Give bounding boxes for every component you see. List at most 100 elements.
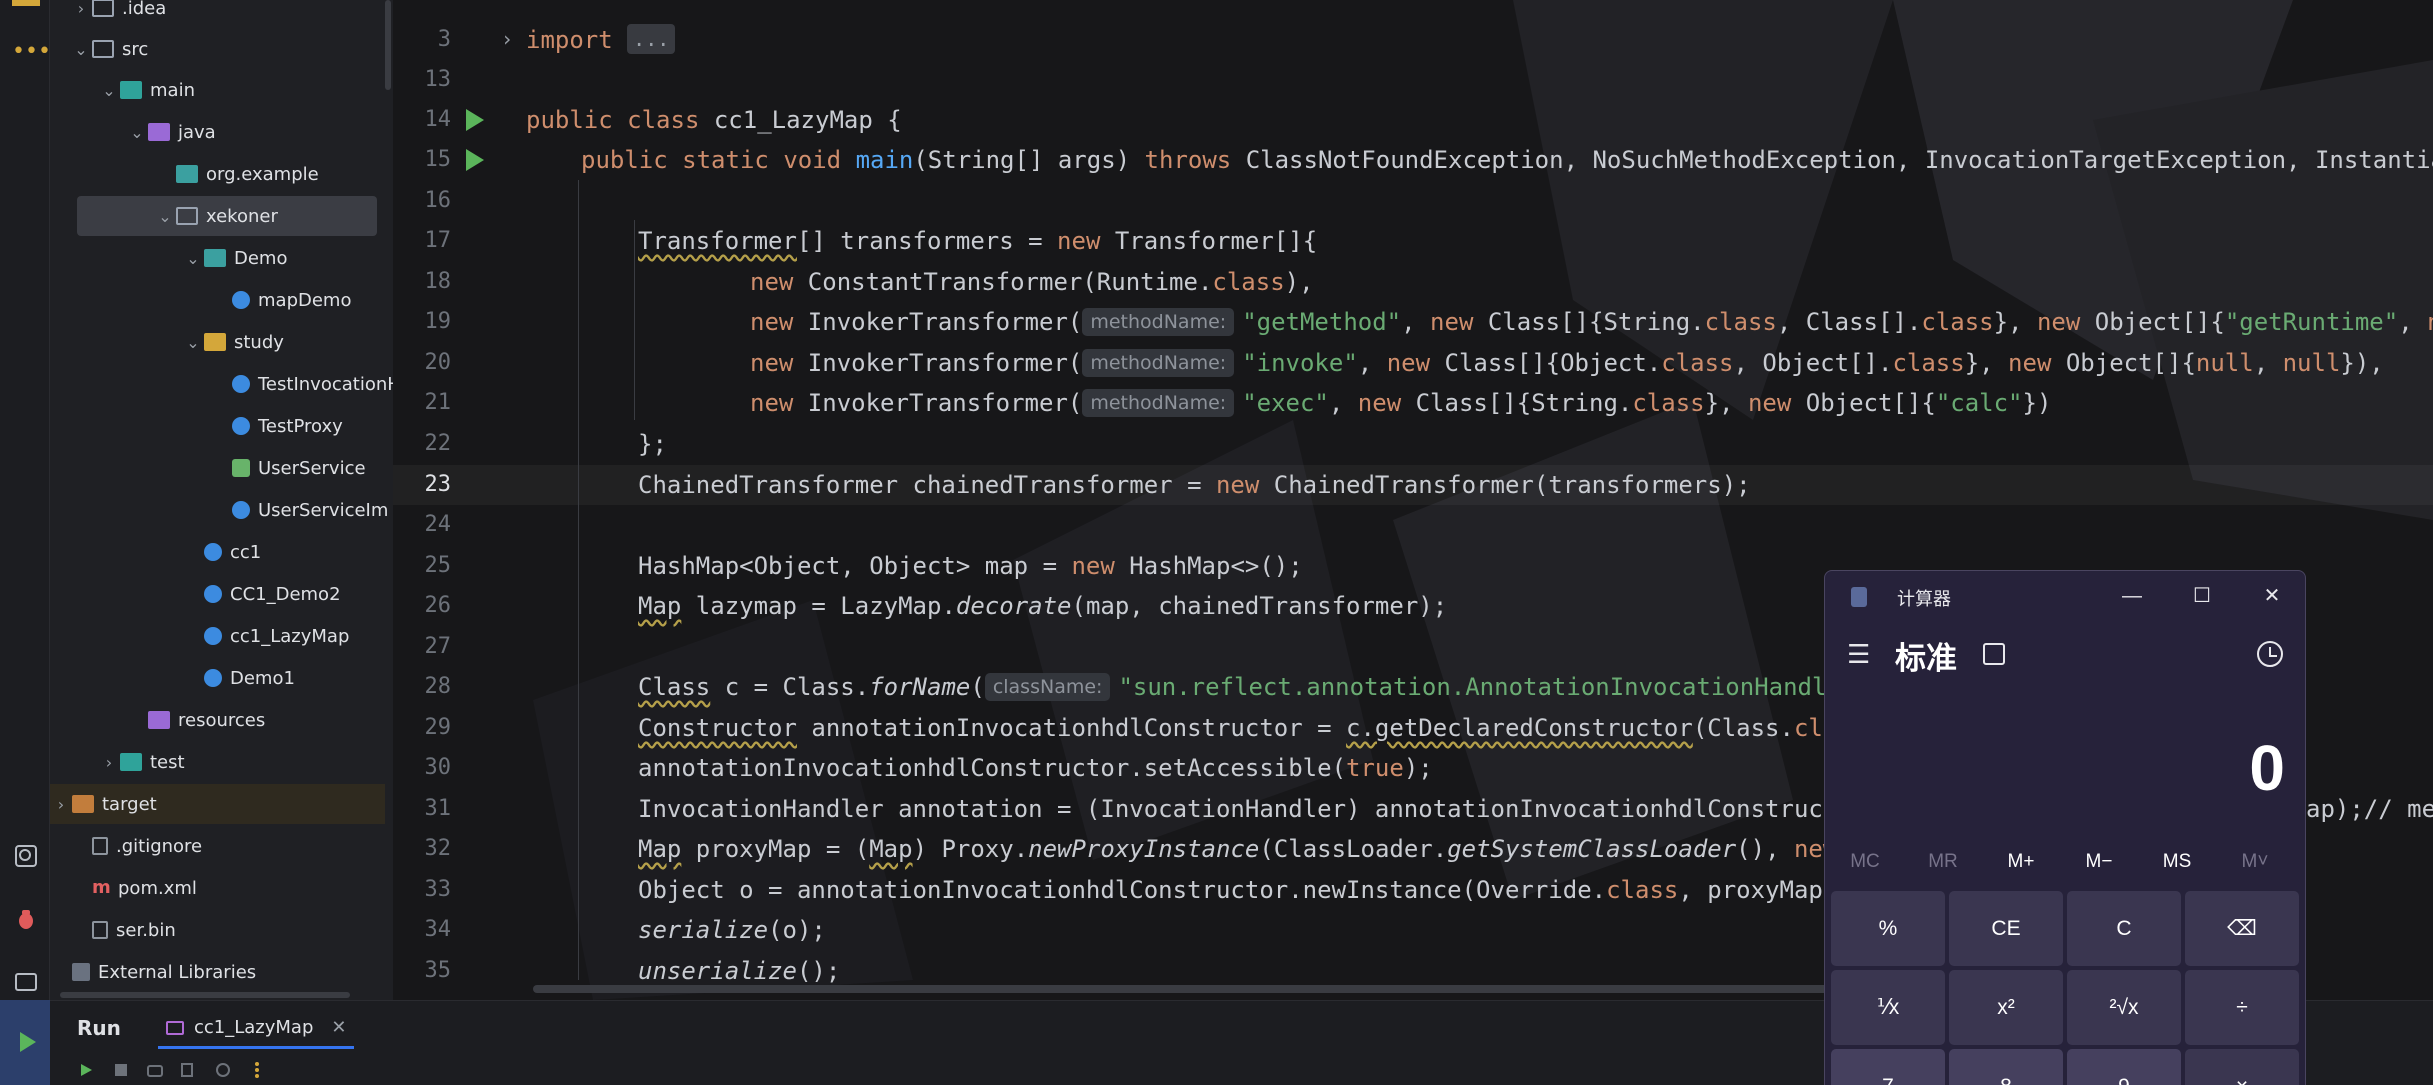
tree-item-mapdemo[interactable]: mapDemo (50, 280, 385, 320)
class-icon (204, 585, 222, 603)
memory-recall-button[interactable]: MR (1903, 851, 1983, 873)
tree-item-study[interactable]: ⌄ study (50, 322, 385, 362)
memory-subtract-button[interactable]: M− (2059, 851, 2139, 873)
code-line-29: Constructor annotationInvocationhdlConst… (638, 714, 1866, 742)
library-icon (72, 963, 90, 981)
chevron-down-icon[interactable]: ⌄ (182, 333, 204, 352)
tree-item-target[interactable]: › target (50, 784, 385, 824)
percent-button[interactable]: % (1831, 891, 1945, 966)
clear-entry-button[interactable]: CE (1949, 891, 2063, 966)
line-number: 23 (424, 472, 452, 497)
code-line-21: new InvokerTransformer(methodName: "exec"… (750, 389, 2052, 417)
chevron-down-icon[interactable]: ⌄ (126, 123, 148, 142)
exit-icon[interactable] (180, 1061, 198, 1079)
tree-item-demo[interactable]: ⌄ Demo (50, 238, 385, 278)
code-line-26: Map lazymap = LazyMap.decorate(map, chai… (638, 592, 1448, 620)
chevron-down-icon[interactable]: ⌄ (182, 249, 204, 268)
chevron-down-icon[interactable]: ⌄ (70, 40, 92, 59)
reciprocal-button[interactable]: ⅟x (1831, 970, 1945, 1045)
tree-item-testproxy[interactable]: TestProxy (50, 406, 385, 446)
digit-9-button[interactable]: 9 (2067, 1049, 2181, 1085)
camera-icon[interactable] (146, 1061, 164, 1079)
chevron-right-icon[interactable]: › (70, 0, 92, 18)
memory-clear-button[interactable]: MC (1825, 851, 1905, 873)
line-number: 24 (424, 512, 452, 537)
chevron-down-icon[interactable]: ⌄ (154, 207, 176, 226)
multiply-button[interactable]: × (2185, 1049, 2299, 1085)
folded-imports[interactable]: ... (627, 24, 676, 54)
debug-icon[interactable] (12, 905, 40, 933)
digit-8-button[interactable]: 8 (1949, 1049, 2063, 1085)
tree-item-ser-bin[interactable]: ser.bin (50, 910, 385, 950)
backspace-button[interactable]: ⌫ (2185, 891, 2299, 966)
run-tab-cc1-lazymap[interactable]: cc1_LazyMap ✕ (158, 1009, 355, 1049)
run-tool-button[interactable] (0, 1000, 50, 1085)
divide-button[interactable]: ÷ (2185, 970, 2299, 1045)
tree-item-org-example[interactable]: org.example (50, 154, 385, 194)
interface-icon (232, 459, 250, 477)
folder-icon (204, 333, 226, 351)
line-number: 29 (424, 715, 452, 740)
chevron-right-icon[interactable]: › (50, 795, 72, 814)
run-main-icon[interactable] (466, 149, 484, 171)
tree-item-cc1-lazymap[interactable]: cc1_LazyMap (50, 616, 385, 656)
square-root-button[interactable]: ²√x (2067, 970, 2181, 1045)
folder-icon (120, 753, 142, 771)
tree-item-userservice[interactable]: UserService (50, 448, 385, 488)
chevron-down-icon[interactable]: ⌄ (98, 81, 120, 100)
close-tab-icon[interactable]: ✕ (331, 1017, 346, 1038)
digit-7-button[interactable]: 7 (1831, 1049, 1945, 1085)
history-icon[interactable] (2257, 641, 2283, 667)
package-icon (176, 165, 198, 183)
tree-item-java[interactable]: ⌄ java (50, 112, 385, 152)
fold-chevron-icon[interactable]: › (501, 27, 513, 51)
tree-item-resources[interactable]: resources (50, 700, 385, 740)
tree-item-main[interactable]: ⌄ main (50, 70, 385, 110)
tree-item-userserviceimpl[interactable]: UserServiceIm (50, 490, 388, 530)
memory-add-button[interactable]: M+ (1981, 851, 2061, 873)
close-button[interactable]: ✕ (2257, 581, 2287, 611)
tree-item-pom-xml[interactable]: m pom.xml (50, 868, 385, 908)
tree-item-testinvocationhandler[interactable]: TestInvocationH (50, 364, 393, 404)
terminal-icon[interactable] (12, 968, 40, 996)
stop-icon[interactable] (112, 1061, 130, 1079)
tree-item-xekoner[interactable]: ⌄ xekoner (77, 196, 377, 236)
keep-on-top-icon[interactable] (1983, 643, 2005, 665)
code-line-34: serialize(o); (638, 916, 826, 944)
memory-store-button[interactable]: MS (2137, 851, 2217, 873)
chevron-right-icon[interactable]: › (98, 753, 120, 772)
clear-button[interactable]: C (2067, 891, 2181, 966)
rerun-icon[interactable] (78, 1061, 96, 1079)
indent-guide (634, 220, 635, 420)
services-icon[interactable] (12, 842, 40, 870)
menu-icon[interactable]: ☰ (1847, 639, 1870, 670)
calculator-mode-title: 标准 (1895, 641, 1957, 676)
more-icon[interactable]: ••• (12, 38, 51, 66)
code-line-17: Transformer[] transformers = new Transfo… (638, 227, 1318, 255)
package-icon (204, 249, 226, 267)
memory-list-button[interactable]: M˅ (2215, 851, 2295, 873)
tree-item-demo1[interactable]: Demo1 (50, 658, 385, 698)
bookmark-icon[interactable] (12, 0, 40, 6)
tree-item-cc1-demo2[interactable]: CC1_Demo2 (50, 574, 385, 614)
line-number: 15 (424, 147, 452, 172)
run-class-icon[interactable] (466, 109, 484, 131)
tree-item-gitignore[interactable]: .gitignore (50, 826, 385, 866)
tree-item-test[interactable]: › test (50, 742, 385, 782)
line-number: 20 (424, 350, 452, 375)
tree-item-external-libraries[interactable]: External Libraries (50, 952, 385, 992)
more-vertical-icon[interactable] (248, 1061, 266, 1079)
minimize-button[interactable]: — (2117, 581, 2147, 611)
settings-icon[interactable] (214, 1061, 232, 1079)
square-button[interactable]: x² (1949, 970, 2063, 1045)
vertical-scrollbar[interactable] (385, 0, 391, 90)
horizontal-scrollbar[interactable] (60, 992, 350, 998)
maximize-button[interactable]: ☐ (2187, 581, 2217, 611)
tree-item-cc1[interactable]: cc1 (50, 532, 385, 572)
calculator-titlebar[interactable]: 计算器 — ☐ ✕ (1825, 571, 2305, 621)
code-line-22: }; (638, 430, 667, 458)
tree-item-idea[interactable]: › .idea (50, 0, 385, 28)
calculator-window[interactable]: 计算器 — ☐ ✕ ☰ 标准 0 MC MR M+ M− MS M˅ % CE … (1824, 570, 2306, 1085)
run-panel-title: Run (77, 1016, 121, 1040)
tree-item-src[interactable]: ⌄ src (50, 29, 385, 69)
